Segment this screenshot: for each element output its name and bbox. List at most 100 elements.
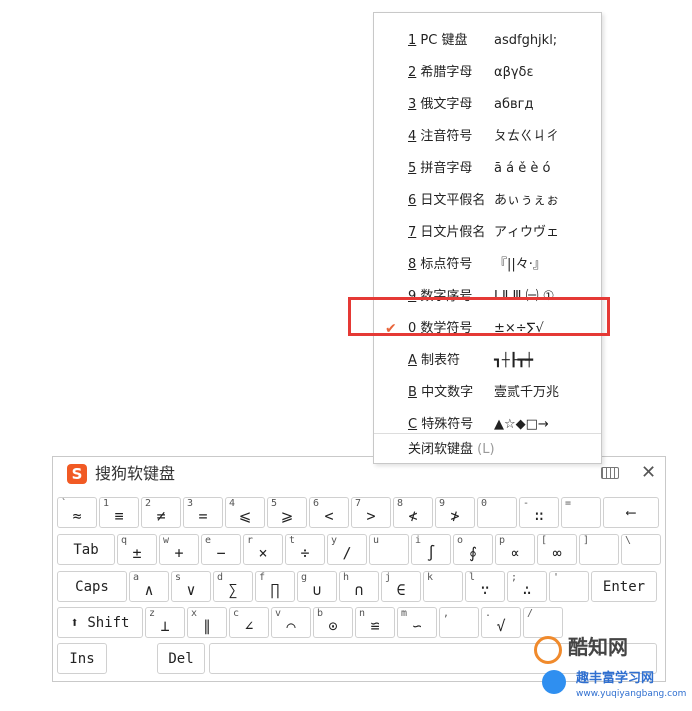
menu-item-1[interactable]: 1 PC 键盘 asdfghjkl; (374, 25, 601, 57)
menu-item-label: 2 希腊字母 (408, 63, 472, 83)
symbol-key[interactable]: ; ∴ (507, 571, 547, 602)
menu-item-3[interactable]: 3 俄文字母 абвгд (374, 89, 601, 121)
highlight-box (348, 297, 610, 336)
symbol-key[interactable]: v ⌒ (271, 607, 311, 638)
symbol-key[interactable]: b ⊙ (313, 607, 353, 638)
watermark: 酷知网 趣丰富学习网 www.yuqiyangbang.com (520, 630, 692, 711)
menu-item-5[interactable]: 5 拼音字母 ā á ě è ó (374, 153, 601, 185)
symbol-key[interactable]: i ∫ (411, 534, 451, 565)
symbol-key[interactable]: 6 < (309, 497, 349, 528)
symbol-key[interactable]: n ≌ (355, 607, 395, 638)
symbol-key[interactable]: - ∷ (519, 497, 559, 528)
symbol-key[interactable]: j ∈ (381, 571, 421, 602)
symbol-key[interactable]: g ∪ (297, 571, 337, 602)
menu-item-close-keyboard[interactable]: 关闭软键盘 (L) (374, 433, 601, 466)
symbol-key[interactable]: q ± (117, 534, 157, 565)
symbol-key[interactable]: 3 = (183, 497, 223, 528)
key-symbol: ≌ (370, 617, 380, 635)
symbol-key[interactable]: ] (579, 534, 619, 565)
symbol-key[interactable]: 5 ⩾ (267, 497, 307, 528)
key-label: Ins (69, 651, 95, 667)
symbol-key[interactable]: 8 ≮ (393, 497, 433, 528)
key-shortcut: ' (553, 572, 560, 583)
caps-key[interactable]: Caps (57, 571, 127, 602)
key-symbol: ∷ (534, 507, 544, 525)
ins-key[interactable]: Ins (57, 643, 107, 674)
key-symbol: < (324, 507, 334, 525)
symbol-key[interactable]: , (439, 607, 479, 638)
key-symbol: ∈ (396, 581, 406, 599)
symbol-key[interactable]: [∞ (537, 534, 577, 565)
key-symbol: ≡ (114, 507, 124, 525)
symbol-key[interactable]: t ÷ (285, 534, 325, 565)
key-symbol: ∝ (510, 544, 520, 562)
symbol-key[interactable]: 7 > (351, 497, 391, 528)
symbol-key[interactable]: \ (621, 534, 661, 565)
key-symbol: ⌒ (286, 617, 296, 635)
symbol-key[interactable]: p ∝ (495, 534, 535, 565)
key-symbol: ∵ (480, 581, 490, 599)
menu-item-7[interactable]: 7 日文片假名 アィウヴェ (374, 217, 601, 249)
key-label: Tab (73, 542, 99, 558)
symbol-key[interactable]: a ∧ (129, 571, 169, 602)
symbol-key[interactable]: y ∕ (327, 534, 367, 565)
symbol-key[interactable]: = (561, 497, 601, 528)
menu-item-6[interactable]: 6 日文平假名 あぃぅぇぉ (374, 185, 601, 217)
symbol-key[interactable]: 4 ⩽ (225, 497, 265, 528)
menu-item-4[interactable]: 4 注音符号 ㄆㄊㄍㄐㄔ (374, 121, 601, 153)
key-symbol: ∑ (228, 581, 238, 599)
key-shortcut: k (427, 572, 434, 583)
key-symbol: ∨ (186, 581, 196, 599)
symbol-key[interactable]: r × (243, 534, 283, 565)
symbol-key[interactable]: l ∵ (465, 571, 505, 602)
symbol-key[interactable]: 0 (477, 497, 517, 528)
enter-key[interactable]: Enter (591, 571, 657, 602)
symbol-key[interactable]: ' (549, 571, 589, 602)
symbol-key[interactable]: u (369, 534, 409, 565)
symbol-key[interactable]: o ∮ (453, 534, 493, 565)
menu-item-label: 1 PC 键盘 (408, 31, 467, 51)
key-symbol: ∕ (342, 544, 352, 562)
menu-item-a[interactable]: A 制表符 ┓┼┠┳┿ (374, 345, 601, 377)
key-symbol: ∴ (522, 581, 532, 599)
key-symbol: ∮ (469, 544, 477, 562)
symbol-key[interactable]: . √ (481, 607, 521, 638)
keyboard-icon[interactable] (601, 467, 619, 479)
symbol-key[interactable]: 2 ≠ (141, 497, 181, 528)
symbol-key[interactable]: w + (159, 534, 199, 565)
symbol-key[interactable]: ` ≈ (57, 497, 97, 528)
space-key[interactable]: ⟵ (603, 497, 659, 528)
key-symbol: ÷ (300, 544, 310, 562)
key-shortcut: = (565, 498, 572, 509)
symbol-key[interactable]: f ∏ (255, 571, 295, 602)
symbol-key[interactable]: k (423, 571, 463, 602)
symbol-key[interactable]: m ∽ (397, 607, 437, 638)
symbol-key[interactable]: c ∠ (229, 607, 269, 638)
menu-item-label: A 制表符 (408, 351, 460, 371)
del-key[interactable]: Del (157, 643, 205, 674)
key-shortcut: , (443, 608, 450, 619)
key-label: Del (168, 651, 194, 667)
key-symbol: − (216, 544, 226, 562)
symbol-key[interactable]: x ∥ (187, 607, 227, 638)
key-symbol: ∞ (552, 544, 562, 562)
symbol-key[interactable]: z ⊥ (145, 607, 185, 638)
menu-item-2[interactable]: 2 希腊字母 αβγδε (374, 57, 601, 89)
key-shortcut: \ (625, 535, 632, 546)
tab-key[interactable]: Tab (57, 534, 115, 565)
menu-item-sample: ā á ě è ó (494, 161, 551, 176)
symbol-key[interactable]: e − (201, 534, 241, 565)
menu-item-8[interactable]: 8 标点符号 『||々·』 (374, 249, 601, 281)
symbol-key[interactable]: 9 ≯ (435, 497, 475, 528)
symbol-key[interactable]: 1 ≡ (99, 497, 139, 528)
symbol-key[interactable]: d ∑ (213, 571, 253, 602)
key-symbol: ∫ (426, 544, 436, 562)
symbol-key[interactable]: s ∨ (171, 571, 211, 602)
symbol-key[interactable]: h ∩ (339, 571, 379, 602)
close-icon[interactable]: ✕ (641, 462, 656, 484)
watermark-url: www.yuqiyangbang.com (576, 689, 687, 699)
keyboard-title: 搜狗软键盘 (95, 464, 176, 483)
key-symbol: ⩽ (238, 507, 252, 525)
menu-item-b[interactable]: B 中文数字 壹贰千万兆 (374, 377, 601, 409)
shift-key[interactable]: ⬆ Shift (57, 607, 143, 638)
